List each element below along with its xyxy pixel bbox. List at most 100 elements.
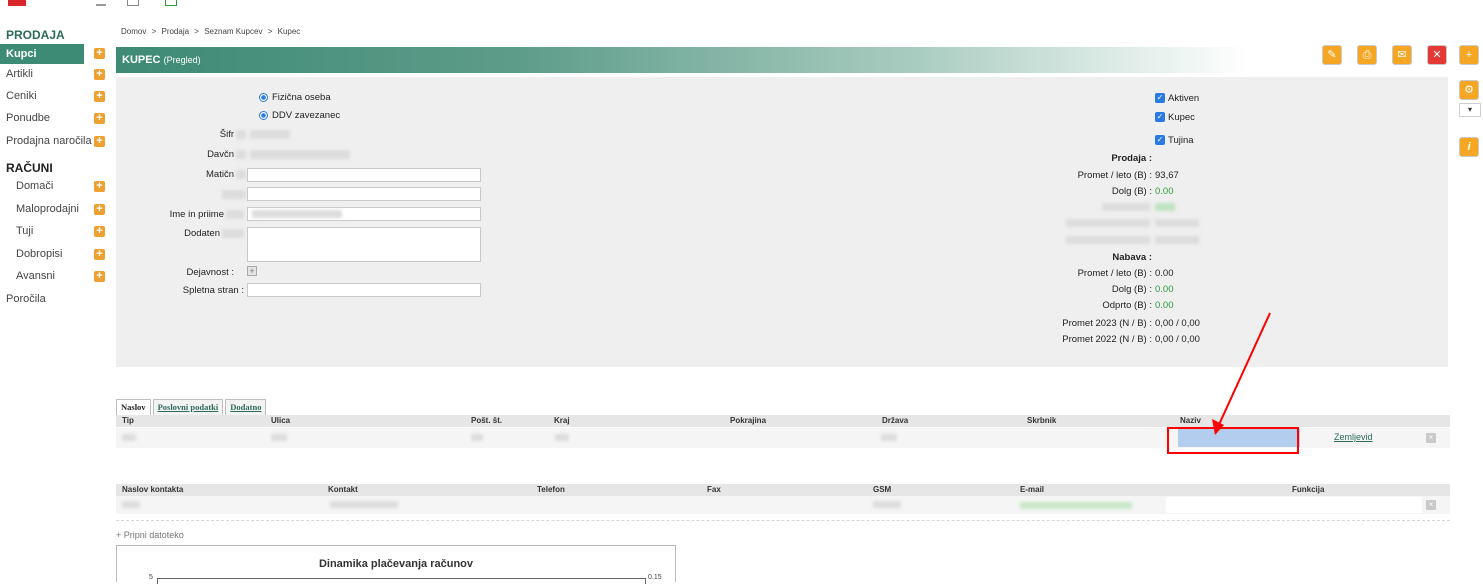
- radio-fizicna-label: Fizična oseba: [272, 92, 331, 103]
- chart-y-left-tick: 5: [149, 574, 153, 581]
- row-redacted: [1066, 219, 1150, 227]
- add-tuji-icon[interactable]: +: [94, 226, 105, 237]
- info-icon[interactable]: i: [1459, 137, 1479, 157]
- mail-icon[interactable]: ✉: [1392, 45, 1412, 65]
- edit-icon[interactable]: ✎: [1322, 45, 1342, 65]
- col-ulica: Ulica: [271, 416, 291, 425]
- tujina-checkbox[interactable]: ✓: [1155, 135, 1165, 145]
- add-kupci-icon[interactable]: +: [94, 48, 105, 59]
- settings-dropdown-arrow[interactable]: ▾: [1459, 103, 1481, 117]
- add-dobropisi-icon[interactable]: +: [94, 249, 105, 260]
- promet-2022-label: Promet 2022 (N / B) :: [1062, 334, 1152, 345]
- print-icon[interactable]: ⎙: [1357, 45, 1377, 65]
- add-artikli-icon[interactable]: +: [94, 69, 105, 80]
- prodaja-dolg-label: Dolg (B) :: [1111, 186, 1152, 197]
- label-davcna: Davčn: [207, 149, 234, 160]
- add-ceniki-icon[interactable]: +: [94, 91, 105, 102]
- zemljevid-link[interactable]: Zemljevid: [1334, 432, 1373, 442]
- spletna-stran-field[interactable]: [247, 283, 481, 297]
- radio-fizicna-oseba[interactable]: [259, 93, 268, 102]
- cell-redacted: [873, 501, 901, 508]
- tujina-label: Tujina: [1168, 135, 1194, 146]
- sidebar-item-ceniki[interactable]: Ceniki: [0, 86, 109, 106]
- radio-ddv-label: DDV zavezanec: [272, 110, 341, 121]
- app-logo[interactable]: [8, 0, 26, 6]
- add-dejavnost-icon[interactable]: +: [247, 266, 257, 276]
- add-avansni-icon[interactable]: +: [94, 271, 105, 282]
- dodaten-textarea[interactable]: [247, 227, 481, 262]
- col-telefon: Telefon: [537, 485, 565, 494]
- radio-ddv-zavezanec[interactable]: [259, 111, 268, 120]
- col-email: E-mail: [1020, 485, 1045, 494]
- page-title-banner: KUPEC (Pregled): [116, 47, 1448, 73]
- delete-address-icon[interactable]: ×: [1426, 433, 1436, 443]
- col-drzava: Država: [882, 416, 909, 425]
- sidebar-item-domaci[interactable]: Domači: [0, 176, 109, 196]
- annotation-overlay: [1167, 312, 1299, 454]
- sidebar-item-avansni[interactable]: Avansni: [0, 266, 109, 286]
- settings-icon[interactable]: ⚙: [1459, 80, 1479, 100]
- nabava-odprto-label: Odprto (B) :: [1102, 300, 1152, 311]
- row-redacted: [1102, 203, 1150, 211]
- value-redacted: [252, 210, 342, 218]
- maticna-field[interactable]: [247, 168, 481, 182]
- value-redacted: [250, 150, 350, 159]
- contact-table-header: Naslov kontakta Kontakt Telefon Fax GSM …: [116, 484, 1450, 496]
- sidebar-item-ponudbe[interactable]: Ponudbe: [0, 108, 109, 128]
- add-narocila-icon[interactable]: +: [94, 136, 105, 147]
- nabava-dolg-label: Dolg (B) :: [1111, 284, 1152, 295]
- add-maloprodajni-icon[interactable]: +: [94, 204, 105, 215]
- label-ime-priimek: Ime in priime: [169, 209, 224, 220]
- logo-fragment: [165, 0, 177, 6]
- funkcija-cell: [1166, 497, 1422, 513]
- nabava-promet-label: Promet / leto (B) :: [1077, 268, 1152, 279]
- label-redacted: [236, 130, 246, 139]
- label-maticna: Matičn: [206, 169, 234, 180]
- value-redacted: [1155, 203, 1175, 211]
- delete-contact-icon[interactable]: ×: [1426, 500, 1436, 510]
- row-redacted: [1066, 236, 1150, 244]
- value-redacted: [1155, 219, 1199, 227]
- breadcrumb-item-domov[interactable]: Domov: [121, 27, 146, 36]
- sidebar-item-maloprodajni[interactable]: Maloprodajni: [0, 199, 109, 219]
- add-icon[interactable]: +: [1459, 45, 1479, 65]
- sidebar-item-prodajna-narocila[interactable]: Prodajna naročila: [0, 131, 109, 151]
- tab-dodatno[interactable]: Dodatno: [225, 399, 267, 415]
- attach-file-link[interactable]: + Pripni datoteko: [116, 530, 184, 540]
- sidebar-item-dobropisi[interactable]: Dobropisi: [0, 244, 109, 264]
- sidebar-item-tuji[interactable]: Tuji: [0, 221, 109, 241]
- breadcrumb-item-seznam-kupcev[interactable]: Seznam Kupcev: [204, 27, 262, 36]
- annotation-arrow-line: [1216, 312, 1271, 430]
- add-ponudbe-icon[interactable]: +: [94, 113, 105, 124]
- field-redacted[interactable]: [247, 187, 481, 201]
- prodaja-promet-label: Promet / leto (B) :: [1077, 170, 1152, 181]
- chart-y-right-tick: 0.15: [648, 574, 662, 581]
- tab-poslovni-podatki[interactable]: Poslovni podatki: [152, 399, 224, 415]
- sidebar-item-kupci[interactable]: Kupci: [0, 44, 84, 64]
- prodaja-heading: Prodaja :: [1111, 153, 1152, 164]
- sidebar-item-artikli[interactable]: Artikli: [0, 64, 109, 84]
- col-fax: Fax: [707, 485, 721, 494]
- chart-title: Dinamika plačevanja računov: [318, 558, 474, 570]
- kupec-label: Kupec: [1168, 112, 1195, 123]
- tab-naslov[interactable]: Naslov: [116, 399, 151, 415]
- aktiven-checkbox[interactable]: ✓: [1155, 93, 1165, 103]
- cell-redacted: [271, 434, 287, 441]
- kupec-checkbox[interactable]: ✓: [1155, 112, 1165, 122]
- close-icon[interactable]: ✕: [1427, 45, 1447, 65]
- payment-dynamics-chart: Dinamika plačevanja računov 5 0.15: [116, 545, 676, 584]
- label-redacted: [236, 170, 246, 179]
- sidebar-section-racuni: RAČUNI: [6, 161, 53, 175]
- col-pokrajina: Pokrajina: [730, 416, 767, 425]
- promet-2023-label: Promet 2023 (N / B) :: [1062, 318, 1152, 329]
- add-domaci-icon[interactable]: +: [94, 181, 105, 192]
- breadcrumb-separator: >: [194, 27, 199, 36]
- breadcrumb-item-prodaja[interactable]: Prodaja: [161, 27, 189, 36]
- col-gsm: GSM: [873, 485, 892, 494]
- sidebar-section-prodaja: PRODAJA: [6, 28, 65, 42]
- cell-redacted: [881, 434, 897, 441]
- sidebar-item-porocila[interactable]: Poročila: [0, 289, 109, 309]
- label-redacted: [226, 210, 244, 219]
- col-skrbnik: Skrbnik: [1027, 416, 1057, 425]
- chart-plot-area: [157, 578, 646, 584]
